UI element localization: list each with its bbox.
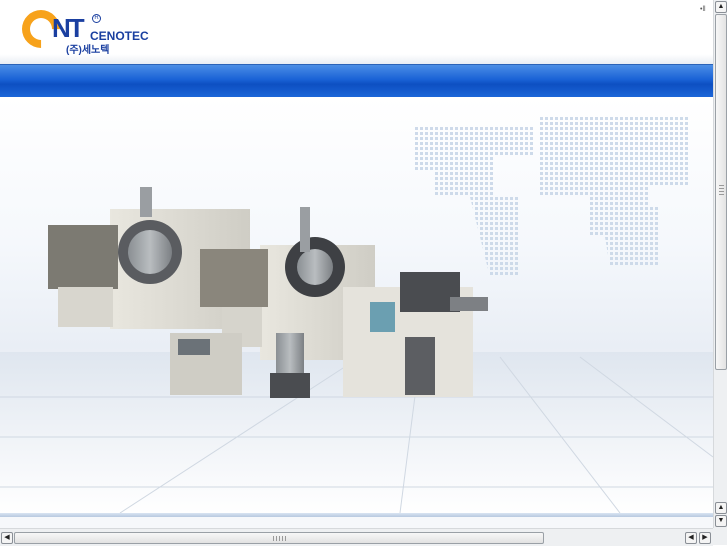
arrow-right-icon: ▶ [702, 534, 708, 541]
arrow-left-icon: ◀ [4, 534, 10, 541]
scroll-left-button-right[interactable]: ◀ [685, 532, 697, 544]
hero-image [0, 97, 713, 513]
corner-mark: •ll [700, 6, 706, 13]
horizontal-scrollbar[interactable]: ◀ ◀ ▶ [0, 528, 713, 546]
world-map-dots [415, 117, 690, 277]
footer-area [0, 517, 713, 528]
arrow-up-icon: ▲ [717, 3, 725, 10]
brand-name: CENOTEC [90, 29, 149, 43]
cenotec-logo[interactable]: NT R CENOTEC (주)세노텍 [14, 2, 152, 60]
arrow-down-icon: ▼ [717, 517, 725, 524]
scroll-right-button[interactable]: ▶ [699, 532, 711, 544]
vertical-scrollbar[interactable]: ▲ ▲ ▼ [713, 0, 727, 528]
arrow-left-icon: ◀ [688, 534, 694, 541]
logo-letters: NT [52, 13, 85, 43]
scrollbar-corner [713, 528, 727, 545]
registered-mark: R [92, 14, 101, 23]
grip-icon [273, 536, 287, 541]
bead-mill-machines-image [0, 117, 713, 513]
brand-korean: (주)세노텍 [66, 45, 110, 56]
lab-mill-machine [170, 333, 310, 398]
scroll-down-button[interactable]: ▼ [715, 515, 727, 527]
scroll-up-button[interactable]: ▲ [715, 1, 727, 13]
grip-icon [719, 185, 724, 197]
vertical-scroll-thumb[interactable] [715, 14, 727, 370]
arrow-up-icon: ▲ [717, 504, 725, 511]
scroll-up-button-lower[interactable]: ▲ [715, 502, 727, 514]
site-header: NT R CENOTEC (주)세노텍 •ll [0, 0, 713, 64]
mill-machine-small [343, 272, 488, 397]
horizontal-scroll-thumb[interactable] [14, 532, 544, 544]
nav-bar [0, 64, 713, 98]
scroll-left-button[interactable]: ◀ [1, 532, 13, 544]
